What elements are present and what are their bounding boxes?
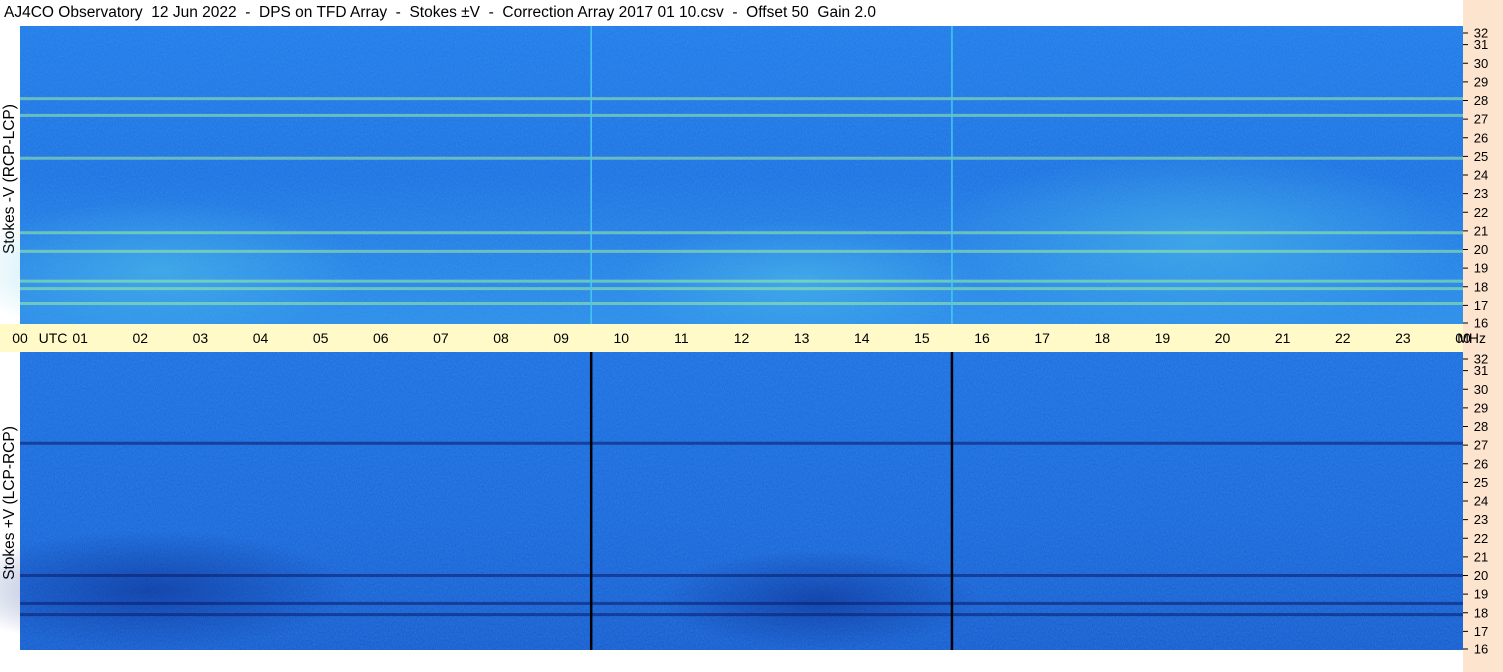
bottom-freq-tick-label: 23 <box>1474 512 1488 527</box>
top-freq-tick-label: 25 <box>1474 149 1488 164</box>
time-axis-label: 12 <box>734 330 750 346</box>
top-freq-tick-label: 18 <box>1474 279 1488 294</box>
top-freq-band <box>20 302 1463 306</box>
top-freq-tick-label: 16 <box>1474 316 1488 331</box>
top-freq-tick-label: 17 <box>1474 298 1488 313</box>
bottom-panel <box>0 352 1463 650</box>
top-freq-band <box>20 156 1463 160</box>
bottom-margin <box>0 650 1463 672</box>
time-axis-label: 14 <box>854 330 870 346</box>
time-axis-label: 13 <box>794 330 810 346</box>
bottom-freq-tick-label: 21 <box>1474 549 1488 564</box>
time-axis-label: 22 <box>1335 330 1351 346</box>
bottom-freq-tick-label: 29 <box>1474 400 1488 415</box>
bottom-freq-tick-label: 17 <box>1474 624 1488 639</box>
time-axis-label: 02 <box>132 330 148 346</box>
top-freq-tick-label: 22 <box>1474 205 1488 220</box>
bottom-freq-tick-label: 18 <box>1474 605 1488 620</box>
frequency-unit-label: MHz <box>1457 330 1486 346</box>
top-panel-frequency-ticks: 3231302928272625242322212019181716 <box>1463 26 1488 331</box>
bottom-freq-band <box>20 601 1463 605</box>
bottom-freq-tick-label: 27 <box>1474 438 1488 453</box>
top-freq-tick-label: 30 <box>1474 56 1488 71</box>
bottom-freq-tick-label: 31 <box>1474 363 1488 378</box>
spectrogram-chart: 00 01 02 03 04 05 06 07 08 09 10 11 12 13 14 15 16 17 18 19… <box>0 26 1488 672</box>
top-freq-tick-label: 20 <box>1474 242 1488 257</box>
top-freq-tick-label: 28 <box>1474 93 1488 108</box>
top-freq-tick-label: 24 <box>1474 168 1488 183</box>
bottom-freq-band <box>20 441 1463 445</box>
time-axis-label: 11 <box>674 330 689 346</box>
time-axis-label: 07 <box>433 330 449 346</box>
top-freq-band <box>20 287 1463 291</box>
top-freq-band <box>20 97 1463 101</box>
top-freq-band <box>20 231 1463 235</box>
time-axis-label: 18 <box>1094 330 1110 346</box>
top-freq-tick-label: 31 <box>1474 37 1488 52</box>
bottom-freq-tick-label: 30 <box>1474 382 1488 397</box>
time-axis-band <box>0 324 1463 352</box>
time-axis-label: 05 <box>313 330 329 346</box>
top-freq-tick-label: 27 <box>1474 112 1488 127</box>
bottom-freq-tick-label: 19 <box>1474 587 1488 602</box>
time-axis-label: 23 <box>1395 330 1411 346</box>
time-axis-label: 01 <box>72 330 88 346</box>
bottom-freq-tick-label: 28 <box>1474 419 1488 434</box>
bottom-panel-frequency-ticks: 3231302928272625242322212019181716 <box>1463 352 1488 657</box>
bottom-freq-tick-label: 16 <box>1474 642 1488 657</box>
time-axis-label: 10 <box>613 330 629 346</box>
top-freq-band <box>20 113 1463 117</box>
time-axis-label: 19 <box>1155 330 1171 346</box>
top-freq-tick-label: 19 <box>1474 261 1488 276</box>
top-freq-band <box>20 279 1463 283</box>
top-freq-tick-label: 23 <box>1474 186 1488 201</box>
time-axis-label: 03 <box>193 330 209 346</box>
top-freq-band <box>20 249 1463 253</box>
bottom-freq-tick-label: 20 <box>1474 568 1488 583</box>
top-freq-tick-label: 26 <box>1474 130 1488 145</box>
bottom-freq-band <box>20 574 1463 577</box>
time-axis-label: 20 <box>1215 330 1231 346</box>
bottom-freq-tick-label: 26 <box>1474 456 1488 471</box>
top-freq-tick-label: 21 <box>1474 223 1488 238</box>
bottom-freq-tick-label: 25 <box>1474 475 1488 490</box>
time-axis-label: 16 <box>974 330 990 346</box>
time-axis-label: 00 <box>12 330 28 346</box>
bottom-freq-band <box>20 613 1463 617</box>
time-axis-utc-label: UTC <box>39 330 68 346</box>
time-axis-label: 08 <box>493 330 509 346</box>
time-axis-label: 21 <box>1275 330 1291 346</box>
time-axis-label: 15 <box>914 330 930 346</box>
top-panel <box>0 26 1463 340</box>
top-freq-tick-label: 29 <box>1474 74 1488 89</box>
time-axis-label: 09 <box>553 330 569 346</box>
time-axis-label: 04 <box>253 330 269 346</box>
bottom-freq-tick-label: 22 <box>1474 531 1488 546</box>
time-axis-label: 17 <box>1034 330 1050 346</box>
bottom-freq-tick-label: 24 <box>1474 494 1488 509</box>
time-axis-label: 06 <box>373 330 389 346</box>
bottom-panel-shadow <box>660 550 980 650</box>
spectrogram-window: AJ4CO Observatory 12 Jun 2022 - DPS on T… <box>0 0 1503 672</box>
